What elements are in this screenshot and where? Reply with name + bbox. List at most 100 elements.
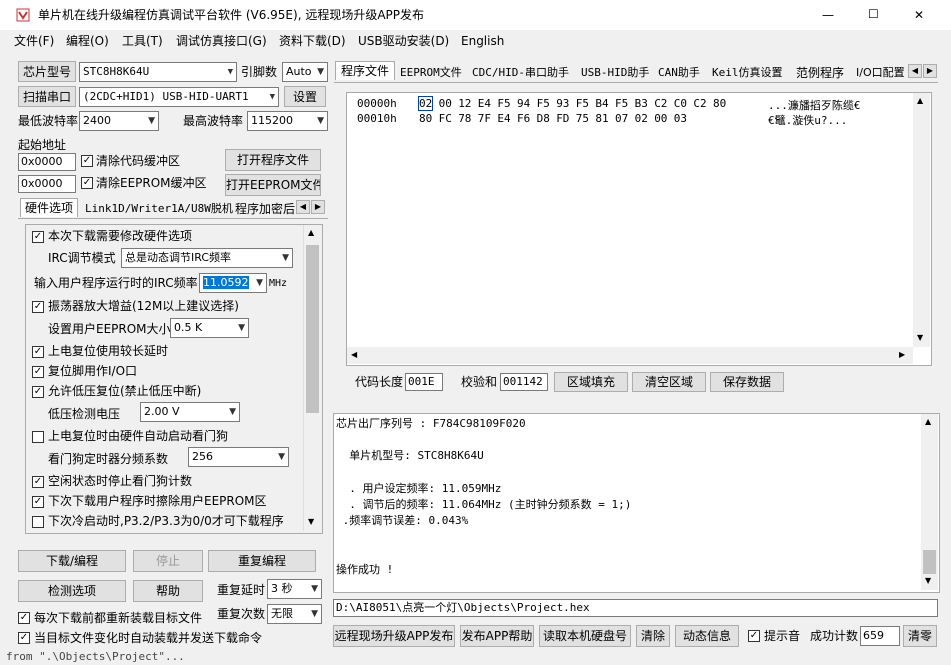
hex-byte[interactable]: F5 <box>576 97 589 110</box>
hex-byte[interactable]: C2 <box>693 97 706 110</box>
hex-byte[interactable]: F5 <box>497 97 510 110</box>
min-baud-select[interactable]: 2400 ▼ <box>79 111 159 131</box>
menu-usb-driver[interactable]: USB驱动安装(D) <box>358 33 449 49</box>
hex-byte[interactable]: 80 <box>419 112 432 125</box>
hex-byte[interactable]: B4 <box>595 97 608 110</box>
reset-count-button[interactable]: 清零 <box>903 625 937 647</box>
reload-checkbox[interactable]: ✓ <box>18 612 30 624</box>
hex-byte[interactable]: 75 <box>576 112 589 125</box>
low-voltage-select[interactable]: 2.00 V ▼ <box>140 402 240 422</box>
repeat-delay-select[interactable]: 3 秒 ▼ <box>267 579 322 599</box>
hex-vscrollbar[interactable]: ▲ ▼ <box>913 93 930 347</box>
chip-model-button[interactable]: 芯片型号 <box>18 61 76 82</box>
scroll-down-icon[interactable]: ▼ <box>917 333 923 342</box>
irc-mode-select[interactable]: 总是动态调节IRC频率 ▼ <box>121 248 293 268</box>
hex-byte[interactable]: 78 <box>458 112 471 125</box>
check-options-button[interactable]: 检测选项 <box>18 580 126 602</box>
hex-byte[interactable]: E4 <box>497 112 510 125</box>
stop-button[interactable]: 停止 <box>133 550 203 572</box>
hex-byte[interactable]: B3 <box>635 97 648 110</box>
tab-link1d[interactable]: Link1D/Writer1A/U8W脱机 <box>85 200 233 218</box>
opt-reset-io-checkbox[interactable]: ✓ <box>32 366 44 378</box>
tab-program-file[interactable]: 程序文件 <box>335 61 396 80</box>
auto-load-checkbox[interactable]: ✓ <box>18 632 30 644</box>
save-data-button[interactable]: 保存数据 <box>710 372 784 392</box>
read-disk-id-button[interactable]: 读取本机硬盘号 <box>539 625 631 647</box>
publish-help-button[interactable]: 发布APP帮助 <box>460 625 534 647</box>
close-icon[interactable]: ✕ <box>914 7 924 23</box>
hex-byte[interactable]: 03 <box>674 112 687 125</box>
hex-hscrollbar[interactable]: ◀ ▶ <box>347 347 913 364</box>
beep-checkbox[interactable]: ✓ <box>748 630 760 642</box>
clear-area-button[interactable]: 清空区域 <box>632 372 706 392</box>
tab-examples[interactable]: 范例程序 <box>796 64 844 82</box>
hex-byte[interactable]: 00 <box>439 97 452 110</box>
eeprom-address-input[interactable]: 0x0000 <box>18 175 76 193</box>
menu-file[interactable]: 文件(F) <box>14 33 54 49</box>
scroll-down-icon[interactable]: ▼ <box>925 576 931 585</box>
menu-debug[interactable]: 调试仿真接口(G) <box>176 33 267 49</box>
irc-freq-select[interactable]: 11.0592 ▼ <box>199 273 267 293</box>
max-baud-select[interactable]: 115200 ▼ <box>247 111 328 131</box>
settings-button[interactable]: 设置 <box>284 86 326 107</box>
tab-keil[interactable]: Keil仿真设置 <box>712 64 783 82</box>
eeprom-size-select[interactable]: 0.5 K ▼ <box>170 318 249 338</box>
download-program-button[interactable]: 下载/编程 <box>18 550 126 572</box>
tab-io-config[interactable]: I/O口配置 <box>856 64 908 82</box>
hex-byte[interactable]: F6 <box>517 112 530 125</box>
scroll-right-icon[interactable]: ▶ <box>899 350 905 359</box>
wdt-prescaler-select[interactable]: 256 ▼ <box>188 447 289 467</box>
hex-byte[interactable]: 80 <box>713 97 726 110</box>
hex-byte[interactable]: 00 <box>654 112 667 125</box>
scroll-down-icon[interactable]: ▼ <box>308 517 314 526</box>
menu-program[interactable]: 编程(O) <box>66 33 109 49</box>
tab-hardware[interactable]: 硬件选项 <box>20 198 79 217</box>
fill-area-button[interactable]: 区域填充 <box>554 372 628 392</box>
hex-byte[interactable]: C2 <box>654 97 667 110</box>
opt-lvr-checkbox[interactable]: ✓ <box>32 386 44 398</box>
code-address-input[interactable]: 0x0000 <box>18 153 76 171</box>
hex-byte[interactable]: 02 <box>635 112 648 125</box>
minimize-icon[interactable]: — <box>822 7 834 23</box>
opt-wdt-auto-checkbox[interactable] <box>32 431 44 443</box>
tab-usb-hid[interactable]: USB-HID助手 <box>581 64 649 82</box>
opt-long-delay-checkbox[interactable]: ✓ <box>32 346 44 358</box>
opt-erase-eeprom-checkbox[interactable]: ✓ <box>32 496 44 508</box>
scroll-thumb[interactable] <box>306 245 319 413</box>
open-program-button[interactable]: 打开程序文件 <box>225 149 321 171</box>
opt-idle-wdt-checkbox[interactable]: ✓ <box>32 476 44 488</box>
maximize-icon[interactable]: ☐ <box>868 6 879 22</box>
hex-byte[interactable]: 94 <box>517 97 530 110</box>
tab-eeprom-file[interactable]: EEPROM文件 <box>400 64 462 82</box>
repeat-program-button[interactable]: 重复编程 <box>208 550 316 572</box>
hex-byte[interactable]: 07 <box>615 112 628 125</box>
open-eeprom-button[interactable]: 打开EEPROM文件 <box>225 174 321 196</box>
repeat-count-select[interactable]: 无限 ▼ <box>267 604 322 624</box>
clear-code-checkbox[interactable]: ✓ <box>81 155 93 167</box>
menu-tools[interactable]: 工具(T) <box>122 33 163 49</box>
tab-can[interactable]: CAN助手 <box>658 64 700 82</box>
right-tab-scroll-right-icon[interactable]: ▶ <box>923 64 937 78</box>
hex-byte[interactable]: 12 <box>458 97 471 110</box>
hex-editor[interactable]: 00000h 02 00 12 E4 F5 94 F5 93 F5 B4 F5 B3 C2 C0 C2 80..… <box>346 92 932 366</box>
clear-log-button[interactable]: 清除 <box>636 625 670 647</box>
options-scrollbar[interactable]: ▲ ▼ <box>303 225 321 531</box>
clear-eeprom-checkbox[interactable]: ✓ <box>81 177 93 189</box>
scroll-up-icon[interactable]: ▲ <box>925 417 931 426</box>
hex-byte[interactable]: D8 <box>537 112 550 125</box>
scan-port-button[interactable]: 扫描串口 <box>18 86 76 107</box>
scroll-up-icon[interactable]: ▲ <box>917 96 923 105</box>
hex-byte[interactable]: F5 <box>615 97 628 110</box>
tab-scroll-right-icon[interactable]: ▶ <box>311 200 325 214</box>
hex-byte[interactable]: F5 <box>537 97 550 110</box>
right-tab-scroll-left-icon[interactable]: ◀ <box>908 64 922 78</box>
tab-scroll-left-icon[interactable]: ◀ <box>296 200 310 214</box>
remote-publish-button[interactable]: 远程现场升级APP发布 <box>333 625 455 647</box>
tab-serial-assistant[interactable]: CDC/HID-串口助手 <box>472 64 569 82</box>
hex-byte[interactable]: E4 <box>478 97 491 110</box>
opt-osc-gain-checkbox[interactable]: ✓ <box>32 301 44 313</box>
scroll-up-icon[interactable]: ▲ <box>308 228 314 237</box>
scroll-left-icon[interactable]: ◀ <box>351 350 357 359</box>
hex-byte[interactable]: 02 <box>417 96 434 111</box>
pin-count-select[interactable]: Auto ▼ <box>282 62 328 82</box>
